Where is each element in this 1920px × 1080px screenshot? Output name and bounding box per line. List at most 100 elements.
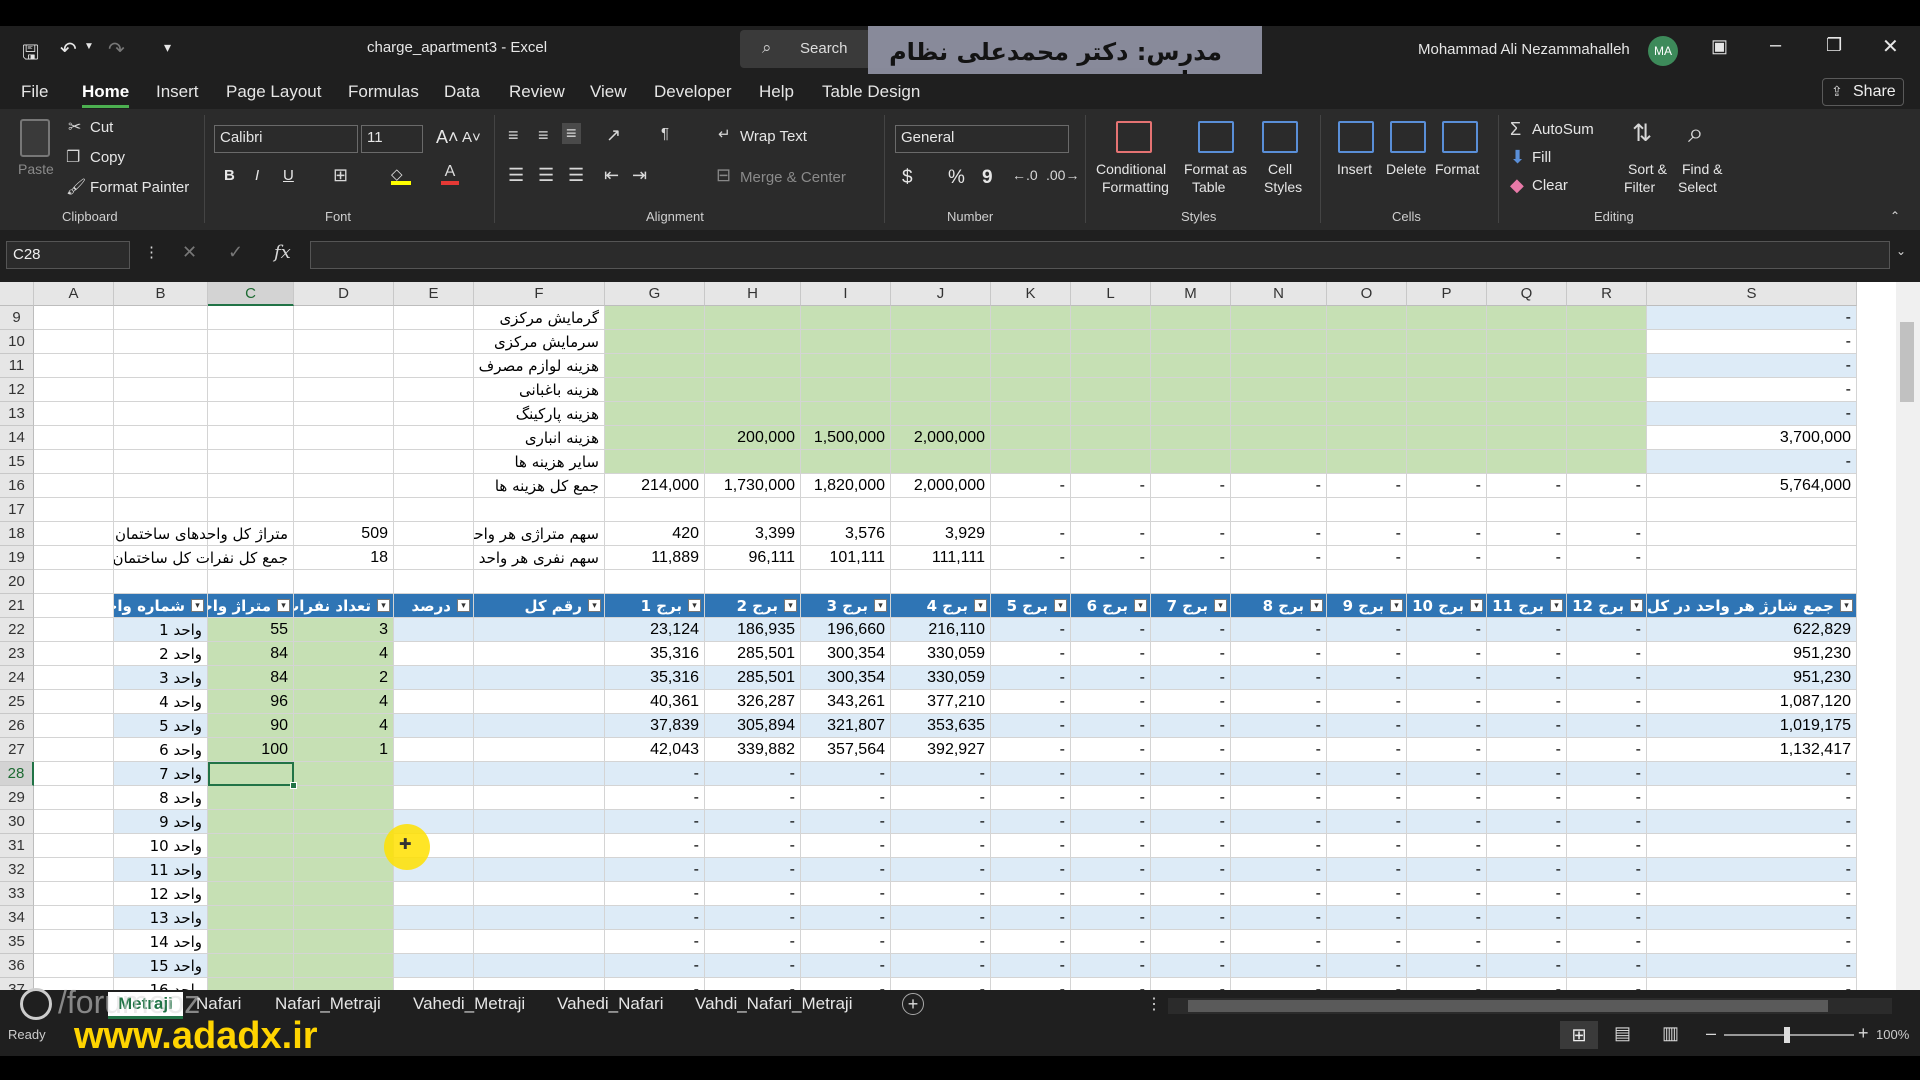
grid-cell[interactable] [1327, 498, 1407, 522]
cost-cell-n[interactable] [1231, 354, 1327, 378]
unit-month-2[interactable]: - [705, 834, 801, 858]
grid-cell[interactable] [34, 930, 114, 954]
merge-center-icon[interactable]: ⊟ [716, 165, 731, 186]
grid-cell[interactable] [1487, 498, 1567, 522]
format-cells-button[interactable]: Format [1435, 161, 1479, 177]
cost-sum-m[interactable]: - [1151, 474, 1231, 498]
unit-month-10[interactable]: - [1407, 786, 1487, 810]
unit-month-4[interactable]: 392,927 [891, 738, 991, 762]
grid-cell[interactable] [394, 498, 474, 522]
unit-month-11[interactable]: - [1487, 738, 1567, 762]
unit-name[interactable]: واحد 13 [114, 906, 208, 930]
share-button[interactable]: ⇪ Share [1822, 78, 1904, 106]
clear-icon[interactable]: ◆ [1510, 175, 1524, 196]
row-header-34[interactable]: 34 [0, 906, 34, 930]
cost-sum-h[interactable]: 1,730,000 [705, 474, 801, 498]
row-header-28[interactable]: 28 [0, 762, 34, 786]
cost-cell-r[interactable] [1567, 402, 1647, 426]
unit-month-7[interactable]: - [1151, 810, 1231, 834]
filter-dropdown-icon[interactable]: ▾ [1630, 599, 1643, 612]
unit-month-2[interactable]: - [705, 810, 801, 834]
unit-name[interactable]: واحد 3 [114, 666, 208, 690]
cost-cell-r[interactable] [1567, 306, 1647, 330]
cost-cell-k[interactable] [991, 450, 1071, 474]
unit-month-12[interactable]: - [1567, 618, 1647, 642]
filter-dropdown-icon[interactable]: ▾ [191, 599, 204, 612]
cost-sum-j[interactable]: 2,000,000 [891, 474, 991, 498]
cut-icon[interactable]: ✂ [68, 117, 81, 137]
row-header-32[interactable]: 32 [0, 858, 34, 882]
unit-month-5[interactable]: - [991, 762, 1071, 786]
cost-cell-h[interactable] [705, 402, 801, 426]
unit-month-10[interactable]: - [1407, 858, 1487, 882]
grid-cell[interactable] [394, 546, 474, 570]
grid-cell[interactable] [294, 378, 394, 402]
unit-people[interactable] [294, 930, 394, 954]
grid-cell[interactable] [1647, 522, 1857, 546]
row-header-24[interactable]: 24 [0, 666, 34, 690]
grid-cell[interactable] [605, 498, 705, 522]
unit-month-4[interactable]: - [891, 810, 991, 834]
cost-total-dash[interactable]: - [1647, 330, 1857, 354]
unit-annual-charge[interactable]: - [1647, 930, 1857, 954]
unit-month-10[interactable]: - [1407, 834, 1487, 858]
name-box[interactable]: C28 [6, 241, 130, 269]
unit-month-3[interactable]: 321,807 [801, 714, 891, 738]
grid-cell[interactable] [294, 570, 394, 594]
cost-cell-o[interactable] [1327, 426, 1407, 450]
unit-month-8[interactable]: - [1231, 642, 1327, 666]
unit-name[interactable]: واحد 8 [114, 786, 208, 810]
add-sheet-icon[interactable]: + [902, 993, 924, 1015]
grid-cell[interactable] [394, 378, 474, 402]
unit-month-8[interactable]: - [1231, 690, 1327, 714]
unit-annual-charge[interactable]: 1,087,120 [1647, 690, 1857, 714]
unit-people[interactable]: 4 [294, 642, 394, 666]
cost-cell-r[interactable] [1567, 330, 1647, 354]
unit-people[interactable] [294, 882, 394, 906]
cost-cell-l[interactable] [1071, 306, 1151, 330]
unit-month-1[interactable]: 42,043 [605, 738, 705, 762]
cost-cell-h[interactable] [705, 378, 801, 402]
menu-file[interactable]: File [21, 82, 48, 102]
share-people-m[interactable]: - [1151, 546, 1231, 570]
unit-month-4[interactable]: - [891, 834, 991, 858]
grid-cell[interactable] [394, 474, 474, 498]
cost-cell-r[interactable] [1567, 426, 1647, 450]
cell-styles-button-line2[interactable]: Styles [1264, 179, 1302, 195]
unit-annual-charge[interactable]: - [1647, 786, 1857, 810]
unit-annual-charge[interactable]: - [1647, 834, 1857, 858]
unit-annual-charge[interactable]: 622,829 [1647, 618, 1857, 642]
cost-sum-p[interactable]: - [1407, 474, 1487, 498]
grid-cell[interactable] [294, 426, 394, 450]
unit-month-4[interactable]: - [891, 954, 991, 978]
align-middle-icon[interactable]: ≡ [538, 125, 549, 146]
grid-cell[interactable] [34, 330, 114, 354]
cost-cell-g[interactable] [605, 306, 705, 330]
grow-font-icon[interactable]: A˄ [436, 127, 459, 148]
grid-cell[interactable] [394, 306, 474, 330]
save-icon[interactable]: 🖫 [22, 38, 39, 72]
unit-total-amount[interactable] [474, 642, 605, 666]
grid-cell[interactable] [34, 714, 114, 738]
unit-total-amount[interactable] [474, 690, 605, 714]
unit-month-3[interactable]: - [801, 810, 891, 834]
sheet-tab-vahedi-nafari[interactable]: Vahedi_Nafari [557, 994, 663, 1014]
unit-annual-charge[interactable]: - [1647, 978, 1857, 990]
unit-month-9[interactable]: - [1327, 642, 1407, 666]
unit-total-amount[interactable] [474, 714, 605, 738]
increase-indent-icon[interactable]: ⇥ [632, 165, 647, 186]
row-header-15[interactable]: 15 [0, 450, 34, 474]
grid-cell[interactable] [394, 426, 474, 450]
decrease-decimal-icon[interactable]: .00→ [1046, 167, 1079, 183]
grid-cell[interactable] [1151, 570, 1231, 594]
cost-cell-k[interactable] [991, 426, 1071, 450]
cost-cell-j[interactable] [891, 402, 991, 426]
unit-percent[interactable] [394, 954, 474, 978]
unit-month-5[interactable]: - [991, 666, 1071, 690]
cost-label[interactable]: گرمایش مرکزی [474, 306, 605, 330]
grid-cell[interactable] [34, 402, 114, 426]
row-header-35[interactable]: 35 [0, 930, 34, 954]
grid-cell[interactable] [34, 762, 114, 786]
unit-percent[interactable] [394, 690, 474, 714]
unit-annual-charge[interactable]: 1,019,175 [1647, 714, 1857, 738]
